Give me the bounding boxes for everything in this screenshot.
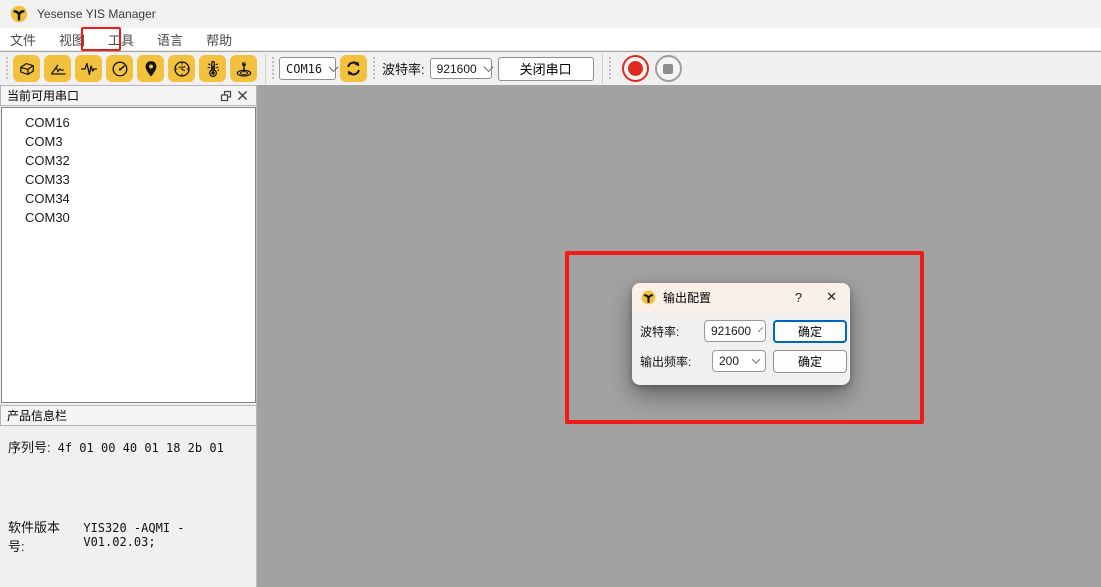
float-panel-icon <box>220 90 232 102</box>
ports-panel-header: 当前可用串口 <box>0 85 257 106</box>
product-info-body: 序列号: 4f 01 00 40 01 18 2b 01 软件版本号: YIS3… <box>0 426 256 587</box>
dialog-baud-row: 波特率: 921600 确定 <box>640 323 842 339</box>
toolbar-separator <box>265 54 266 84</box>
serial-number-label: 序列号: <box>8 437 51 456</box>
toolbar-grip[interactable] <box>372 57 376 81</box>
app-logo-icon <box>10 5 28 23</box>
app-logo-icon <box>641 290 656 305</box>
chevron-down-icon <box>752 355 760 363</box>
dialog-frequency-row: 输出频率: 200 确定 <box>640 353 842 369</box>
toolbar-grip[interactable] <box>271 57 275 81</box>
thermometer-icon <box>203 59 223 79</box>
dialog-frequency-value: 200 <box>719 354 744 368</box>
close-serial-port-button[interactable]: 关闭串口 <box>498 57 594 81</box>
ports-panel-title: 当前可用串口 <box>7 87 79 104</box>
menu-bar: 文件 视图 工具 语言 帮助 <box>0 28 1101 51</box>
dialog-frequency-select[interactable]: 200 <box>712 350 766 372</box>
level-icon <box>234 59 254 79</box>
dialog-frequency-ok-button[interactable]: 确定 <box>773 350 847 373</box>
list-item-port[interactable]: COM34 <box>2 189 255 208</box>
float-panel-button[interactable] <box>218 88 234 104</box>
stop-button[interactable] <box>655 55 682 82</box>
menu-tools[interactable]: 工具 <box>102 28 140 51</box>
software-version-label: 软件版本号: <box>8 517 76 555</box>
software-version-value: YIS320 -AQMI -V01.02.03; <box>83 521 256 549</box>
location-icon <box>141 59 161 79</box>
com-port-select[interactable]: COM16 <box>279 57 336 80</box>
dialog-baud-label: 波特率: <box>640 325 679 339</box>
menu-view[interactable]: 视图 <box>53 28 91 51</box>
list-item-port[interactable]: COM3 <box>2 132 255 151</box>
baud-rate-value: 921600 <box>437 62 477 76</box>
dialog-frequency-label: 输出频率: <box>640 355 691 369</box>
close-icon <box>237 90 248 101</box>
list-item-port[interactable]: COM16 <box>2 113 255 132</box>
waveform-icon <box>79 59 99 79</box>
dialog-title-bar[interactable]: 输出配置 ? ✕ <box>632 283 850 311</box>
record-button[interactable] <box>622 55 649 82</box>
available-ports-list: COM16 COM3 COM32 COM33 COM34 COM30 <box>1 107 256 403</box>
dialog-close-button[interactable]: ✕ <box>826 289 837 305</box>
toolbar-grip[interactable] <box>5 57 9 81</box>
thermometer-button[interactable] <box>199 55 226 82</box>
title-bar: Yesense YIS Manager <box>0 0 1101 28</box>
cube-button[interactable] <box>13 55 40 82</box>
clock-icon <box>172 59 192 79</box>
serial-number-row: 序列号: 4f 01 00 40 01 18 2b 01 <box>8 437 224 456</box>
cube-icon <box>17 59 37 79</box>
refresh-ports-button[interactable] <box>340 55 367 82</box>
dialog-baud-ok-button[interactable]: 确定 <box>773 320 847 343</box>
waveform-button[interactable] <box>75 55 102 82</box>
window-title: Yesense YIS Manager <box>37 7 156 21</box>
dialog-baud-value: 921600 <box>711 324 751 338</box>
baud-rate-label: 波特率: <box>382 59 425 78</box>
chevron-down-icon <box>483 62 493 72</box>
output-config-dialog: 输出配置 ? ✕ 波特率: 921600 确定 输出频率: 200 确定 <box>632 283 850 385</box>
list-item-port[interactable]: COM30 <box>2 208 255 227</box>
info-panel-header: 产品信息栏 <box>0 405 257 426</box>
toolbar: COM16 波特率: 921600 关闭串口 <box>0 52 1101 85</box>
chevron-down-icon <box>329 62 339 72</box>
list-item-port[interactable]: COM32 <box>2 151 255 170</box>
refresh-ports-icon <box>344 59 363 78</box>
attitude-wave-icon <box>48 59 68 79</box>
software-version-row: 软件版本号: YIS320 -AQMI -V01.02.03; <box>8 517 256 555</box>
com-port-value: COM16 <box>286 62 322 76</box>
serial-number-value: 4f 01 00 40 01 18 2b 01 <box>58 441 224 455</box>
level-button[interactable] <box>230 55 257 82</box>
record-icon <box>628 61 643 76</box>
dialog-baud-select[interactable]: 921600 <box>704 320 766 342</box>
gauge-button[interactable] <box>106 55 133 82</box>
menu-help[interactable]: 帮助 <box>200 28 238 51</box>
location-button[interactable] <box>137 55 164 82</box>
gauge-icon <box>110 59 130 79</box>
chevron-down-icon <box>758 327 763 332</box>
toolbar-separator <box>602 54 603 84</box>
stop-icon <box>663 64 673 74</box>
menu-language[interactable]: 语言 <box>151 28 189 51</box>
baud-rate-select[interactable]: 921600 <box>430 58 492 79</box>
dialog-help-button[interactable]: ? <box>795 290 802 305</box>
clock-button[interactable] <box>168 55 195 82</box>
close-panel-button[interactable] <box>234 88 250 104</box>
dialog-title: 输出配置 <box>663 289 795 306</box>
toolbar-grip[interactable] <box>608 57 612 81</box>
attitude-button[interactable] <box>44 55 71 82</box>
left-dock-panel: 当前可用串口 COM16 COM3 COM32 COM33 COM34 COM3… <box>0 85 257 587</box>
menu-file[interactable]: 文件 <box>4 28 42 51</box>
info-panel-title: 产品信息栏 <box>7 407 67 424</box>
list-item-port[interactable]: COM33 <box>2 170 255 189</box>
